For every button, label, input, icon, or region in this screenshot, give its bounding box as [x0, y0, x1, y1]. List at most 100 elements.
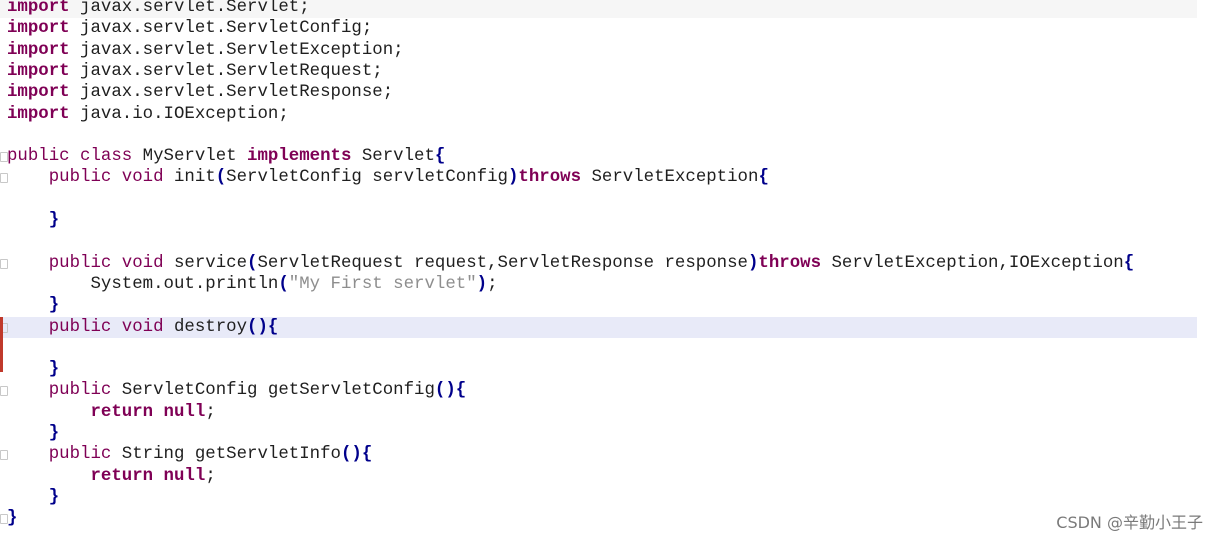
code-token: javax.servlet.ServletException;	[69, 40, 404, 60]
code-token: (){	[340, 445, 373, 465]
code-line[interactable]: public void destroy(){	[0, 316, 1197, 338]
code-line[interactable]: public void init(ServletConfig servletCo…	[0, 167, 1197, 188]
code-token: throws	[518, 168, 582, 188]
code-text: return null;	[7, 466, 216, 487]
code-text: import javax.servlet.ServletException;	[7, 40, 404, 61]
code-text: }	[7, 423, 59, 444]
code-token: public void	[7, 253, 164, 273]
code-token: ;	[487, 274, 498, 294]
code-text: }	[7, 210, 59, 231]
code-token: throws	[758, 253, 822, 273]
code-line[interactable]: }	[0, 423, 1197, 444]
code-token: public	[7, 445, 112, 465]
code-token: String getServletInfo	[111, 445, 341, 465]
code-token: {	[758, 168, 769, 188]
code-token: java.io.IOException;	[69, 104, 289, 124]
code-token: destroy	[163, 317, 248, 337]
code-line[interactable]: }	[0, 487, 1197, 508]
code-token: ServletConfig getServletConfig	[111, 381, 435, 401]
code-token: import	[7, 40, 70, 60]
code-text: public void service(ServletRequest reque…	[7, 253, 1134, 274]
code-token: javax.servlet.ServletConfig;	[69, 19, 373, 39]
code-text: public ServletConfig getServletConfig(){	[7, 380, 466, 401]
code-token: import	[7, 0, 70, 17]
code-token: init	[163, 168, 216, 188]
code-token: javax.servlet.ServletResponse;	[69, 83, 394, 103]
code-token: "My First servlet"	[288, 274, 477, 294]
code-text: }	[7, 487, 59, 508]
code-token: ServletException,IOException	[821, 253, 1124, 273]
code-line[interactable]: import javax.servlet.ServletException;	[0, 40, 1197, 61]
code-token: public	[7, 381, 112, 401]
code-line[interactable]: import javax.servlet.ServletResponse;	[0, 82, 1197, 103]
code-line[interactable]: }	[0, 508, 1197, 529]
code-token: public class	[7, 147, 133, 167]
code-line[interactable]	[0, 338, 1197, 359]
code-line[interactable]: return null;	[0, 466, 1197, 487]
code-token: import	[7, 83, 70, 103]
code-token: {	[1123, 253, 1135, 273]
code-line[interactable]: return null;	[0, 402, 1197, 423]
code-token: implements	[247, 147, 352, 167]
code-token: import	[7, 61, 70, 81]
code-line[interactable]: import java.io.IOException;	[0, 104, 1197, 125]
code-token: ServletRequest request,ServletResponse r…	[257, 253, 748, 273]
code-line[interactable]: import javax.servlet.ServletRequest;	[0, 61, 1197, 82]
code-token: service	[163, 253, 248, 273]
code-text: public String getServletInfo(){	[7, 444, 373, 465]
code-line[interactable]: public String getServletInfo(){	[0, 444, 1197, 465]
code-token: )	[507, 168, 519, 188]
code-token: (	[215, 168, 227, 188]
code-token: (){	[434, 381, 467, 401]
code-text: }	[7, 508, 17, 529]
code-token: }	[48, 360, 60, 380]
code-line[interactable]: import javax.servlet.ServletConfig;	[0, 18, 1197, 39]
code-line[interactable]: public class MyServlet implements Servle…	[0, 146, 1197, 167]
code-token: )	[747, 253, 759, 273]
code-token: javax.servlet.Servlet;	[69, 0, 310, 17]
code-line[interactable]: import javax.servlet.Servlet;	[0, 0, 1197, 19]
code-line[interactable]: System.out.println("My First servlet");	[0, 274, 1197, 295]
code-token: }	[48, 211, 60, 230]
code-token: (	[247, 253, 258, 273]
code-line[interactable]	[0, 231, 1197, 252]
code-line[interactable]: public void service(ServletRequest reque…	[0, 253, 1197, 274]
code-token: }	[7, 509, 18, 529]
code-line[interactable]: }	[0, 210, 1197, 231]
fold-marker-icon[interactable]	[0, 173, 8, 184]
fold-marker-icon[interactable]	[0, 450, 8, 461]
code-text: import java.io.IOException;	[7, 104, 289, 125]
code-token: ;	[205, 402, 216, 422]
code-token: Servlet	[351, 147, 435, 167]
fold-marker-icon[interactable]	[0, 152, 8, 163]
code-token: (	[278, 274, 289, 294]
code-token: public void	[7, 317, 164, 337]
fold-marker-icon[interactable]	[0, 258, 8, 269]
code-text: import javax.servlet.ServletResponse;	[7, 82, 393, 103]
code-text: import javax.servlet.ServletConfig;	[7, 18, 372, 39]
code-text: }	[7, 359, 59, 380]
code-text: public class MyServlet implements Servle…	[7, 146, 445, 167]
code-line[interactable]: public ServletConfig getServletConfig(){	[0, 380, 1197, 401]
code-token: import	[7, 104, 70, 124]
code-token: ServletConfig servletConfig	[226, 168, 508, 188]
code-text: public void destroy(){	[7, 317, 279, 338]
code-editor[interactable]: import javax.servlet.Servlet; import java…	[0, 0, 1197, 539]
code-token: return null	[90, 466, 206, 486]
code-line[interactable]: }	[0, 295, 1197, 316]
code-token: ServletException	[581, 168, 759, 188]
code-text: System.out.println("My First servlet");	[7, 274, 498, 295]
code-token: import	[7, 19, 70, 39]
fold-marker-icon[interactable]	[0, 514, 8, 525]
code-line[interactable]: }	[0, 359, 1197, 380]
code-line[interactable]	[0, 189, 1197, 210]
fold-marker-icon[interactable]	[0, 386, 8, 397]
code-line[interactable]	[0, 125, 1197, 146]
